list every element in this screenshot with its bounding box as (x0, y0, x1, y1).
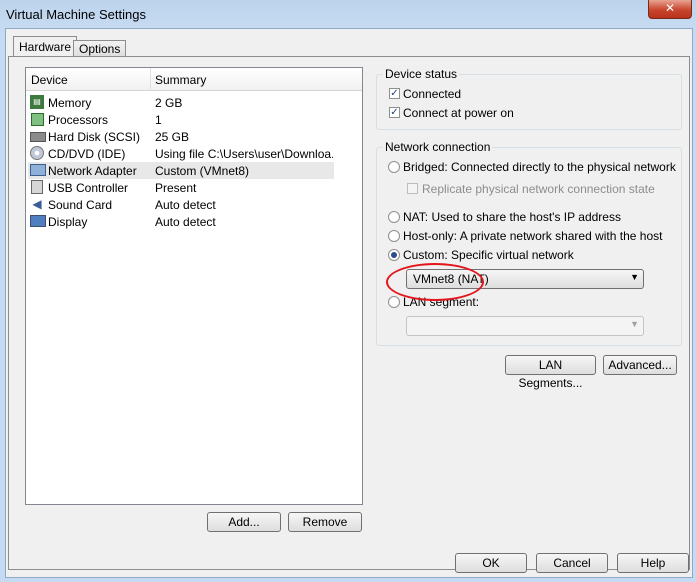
close-icon[interactable]: ✕ (648, 0, 692, 19)
cd-dvd-icon (30, 146, 44, 160)
chevron-down-icon: ▼ (630, 319, 639, 329)
processor-icon (31, 113, 44, 126)
host-only-radio[interactable] (388, 230, 400, 242)
remove-device-button[interactable]: Remove (288, 512, 362, 532)
column-summary[interactable]: Summary (155, 73, 206, 87)
device-row-network-adapter[interactable]: Network Adapter Custom (VMnet8) (28, 162, 334, 179)
add-device-button[interactable]: Add... (207, 512, 281, 532)
help-button[interactable]: Help (617, 553, 689, 573)
cancel-button[interactable]: Cancel (536, 553, 608, 573)
device-name: Sound Card (48, 198, 113, 212)
device-row-memory[interactable]: ▤ Memory 2 GB (28, 94, 334, 111)
replicate-state-label[interactable]: Replicate physical network connection st… (422, 182, 655, 196)
device-summary: Auto detect (155, 215, 216, 229)
custom-label[interactable]: Custom: Specific virtual network (403, 248, 574, 262)
bridged-radio[interactable] (388, 161, 400, 173)
device-name: Hard Disk (SCSI) (48, 130, 141, 144)
device-summary: Auto detect (155, 198, 216, 212)
custom-network-value: VMnet8 (NAT) (413, 272, 489, 286)
device-name: Processors (48, 113, 109, 127)
lan-segment-dropdown[interactable]: ▼ (406, 316, 644, 336)
lan-segment-radio[interactable] (388, 296, 400, 308)
advanced-button[interactable]: Advanced... (603, 355, 677, 375)
tab-hardware[interactable]: Hardware (13, 36, 78, 57)
usb-icon (31, 180, 43, 194)
device-summary: Using file C:\Users\user\Downloa... (155, 147, 333, 161)
bridged-label[interactable]: Bridged: Connected directly to the physi… (403, 160, 676, 174)
memory-icon: ▤ (30, 95, 44, 109)
device-row-usb-controller[interactable]: USB Controller Present (28, 179, 334, 196)
device-summary: 25 GB (155, 130, 190, 144)
device-name: Display (48, 215, 88, 229)
device-status-label: Device status (383, 67, 460, 81)
connected-label[interactable]: Connected (403, 87, 461, 101)
device-row-cd-dvd[interactable]: CD/DVD (IDE) Using file C:\Users\user\Do… (28, 145, 334, 162)
device-list[interactable]: Device Summary ▤ Memory 2 GB Processors … (25, 67, 363, 505)
display-icon (30, 215, 46, 227)
custom-network-dropdown[interactable]: VMnet8 (NAT) ▼ (406, 269, 644, 289)
network-connection-label: Network connection (383, 140, 493, 154)
device-status-group: Device status (376, 67, 682, 130)
sound-card-icon: ◀ (32, 197, 42, 211)
custom-radio[interactable] (388, 249, 400, 261)
device-list-header: Device Summary (26, 68, 362, 91)
device-row-processors[interactable]: Processors 1 (28, 111, 334, 128)
vm-settings-window: Virtual Machine Settings ✕ Hardware Opti… (0, 0, 696, 582)
device-name: Memory (48, 96, 92, 110)
device-name: Network Adapter (48, 164, 137, 178)
device-row-sound-card[interactable]: ◀ Sound Card Auto detect (28, 196, 334, 213)
column-device[interactable]: Device (31, 73, 68, 87)
window-title: Virtual Machine Settings (6, 7, 146, 22)
radio-selected-dot (391, 252, 397, 258)
network-adapter-icon (30, 164, 46, 176)
lan-segment-label[interactable]: LAN segment: (403, 295, 479, 309)
title-bar[interactable]: Virtual Machine Settings ✕ (0, 0, 696, 28)
connected-checkbox[interactable]: ✓ (389, 88, 400, 99)
device-summary: 2 GB (155, 96, 183, 110)
nat-radio[interactable] (388, 211, 400, 223)
device-row-display[interactable]: Display Auto detect (28, 213, 334, 230)
column-separator[interactable] (150, 68, 151, 90)
connect-at-power-on-checkbox[interactable]: ✓ (389, 107, 400, 118)
device-row-hard-disk[interactable]: Hard Disk (SCSI) 25 GB (28, 128, 334, 145)
host-only-label[interactable]: Host-only: A private network shared with… (403, 229, 662, 243)
nat-label[interactable]: NAT: Used to share the host's IP address (403, 210, 621, 224)
device-summary: 1 (155, 113, 162, 127)
device-summary: Custom (VMnet8) (155, 164, 250, 178)
device-summary: Present (155, 181, 197, 195)
lan-segments-button[interactable]: LAN Segments... (505, 355, 596, 390)
replicate-state-checkbox[interactable] (407, 183, 418, 194)
ok-button[interactable]: OK (455, 553, 527, 573)
chevron-down-icon: ▼ (630, 272, 639, 282)
dialog-client-area: Hardware Options Device Summary ▤ Memory… (5, 28, 693, 578)
device-name: CD/DVD (IDE) (48, 147, 126, 161)
device-name: USB Controller (48, 181, 129, 195)
connect-at-power-on-label[interactable]: Connect at power on (403, 106, 514, 120)
hard-disk-icon (30, 132, 46, 142)
